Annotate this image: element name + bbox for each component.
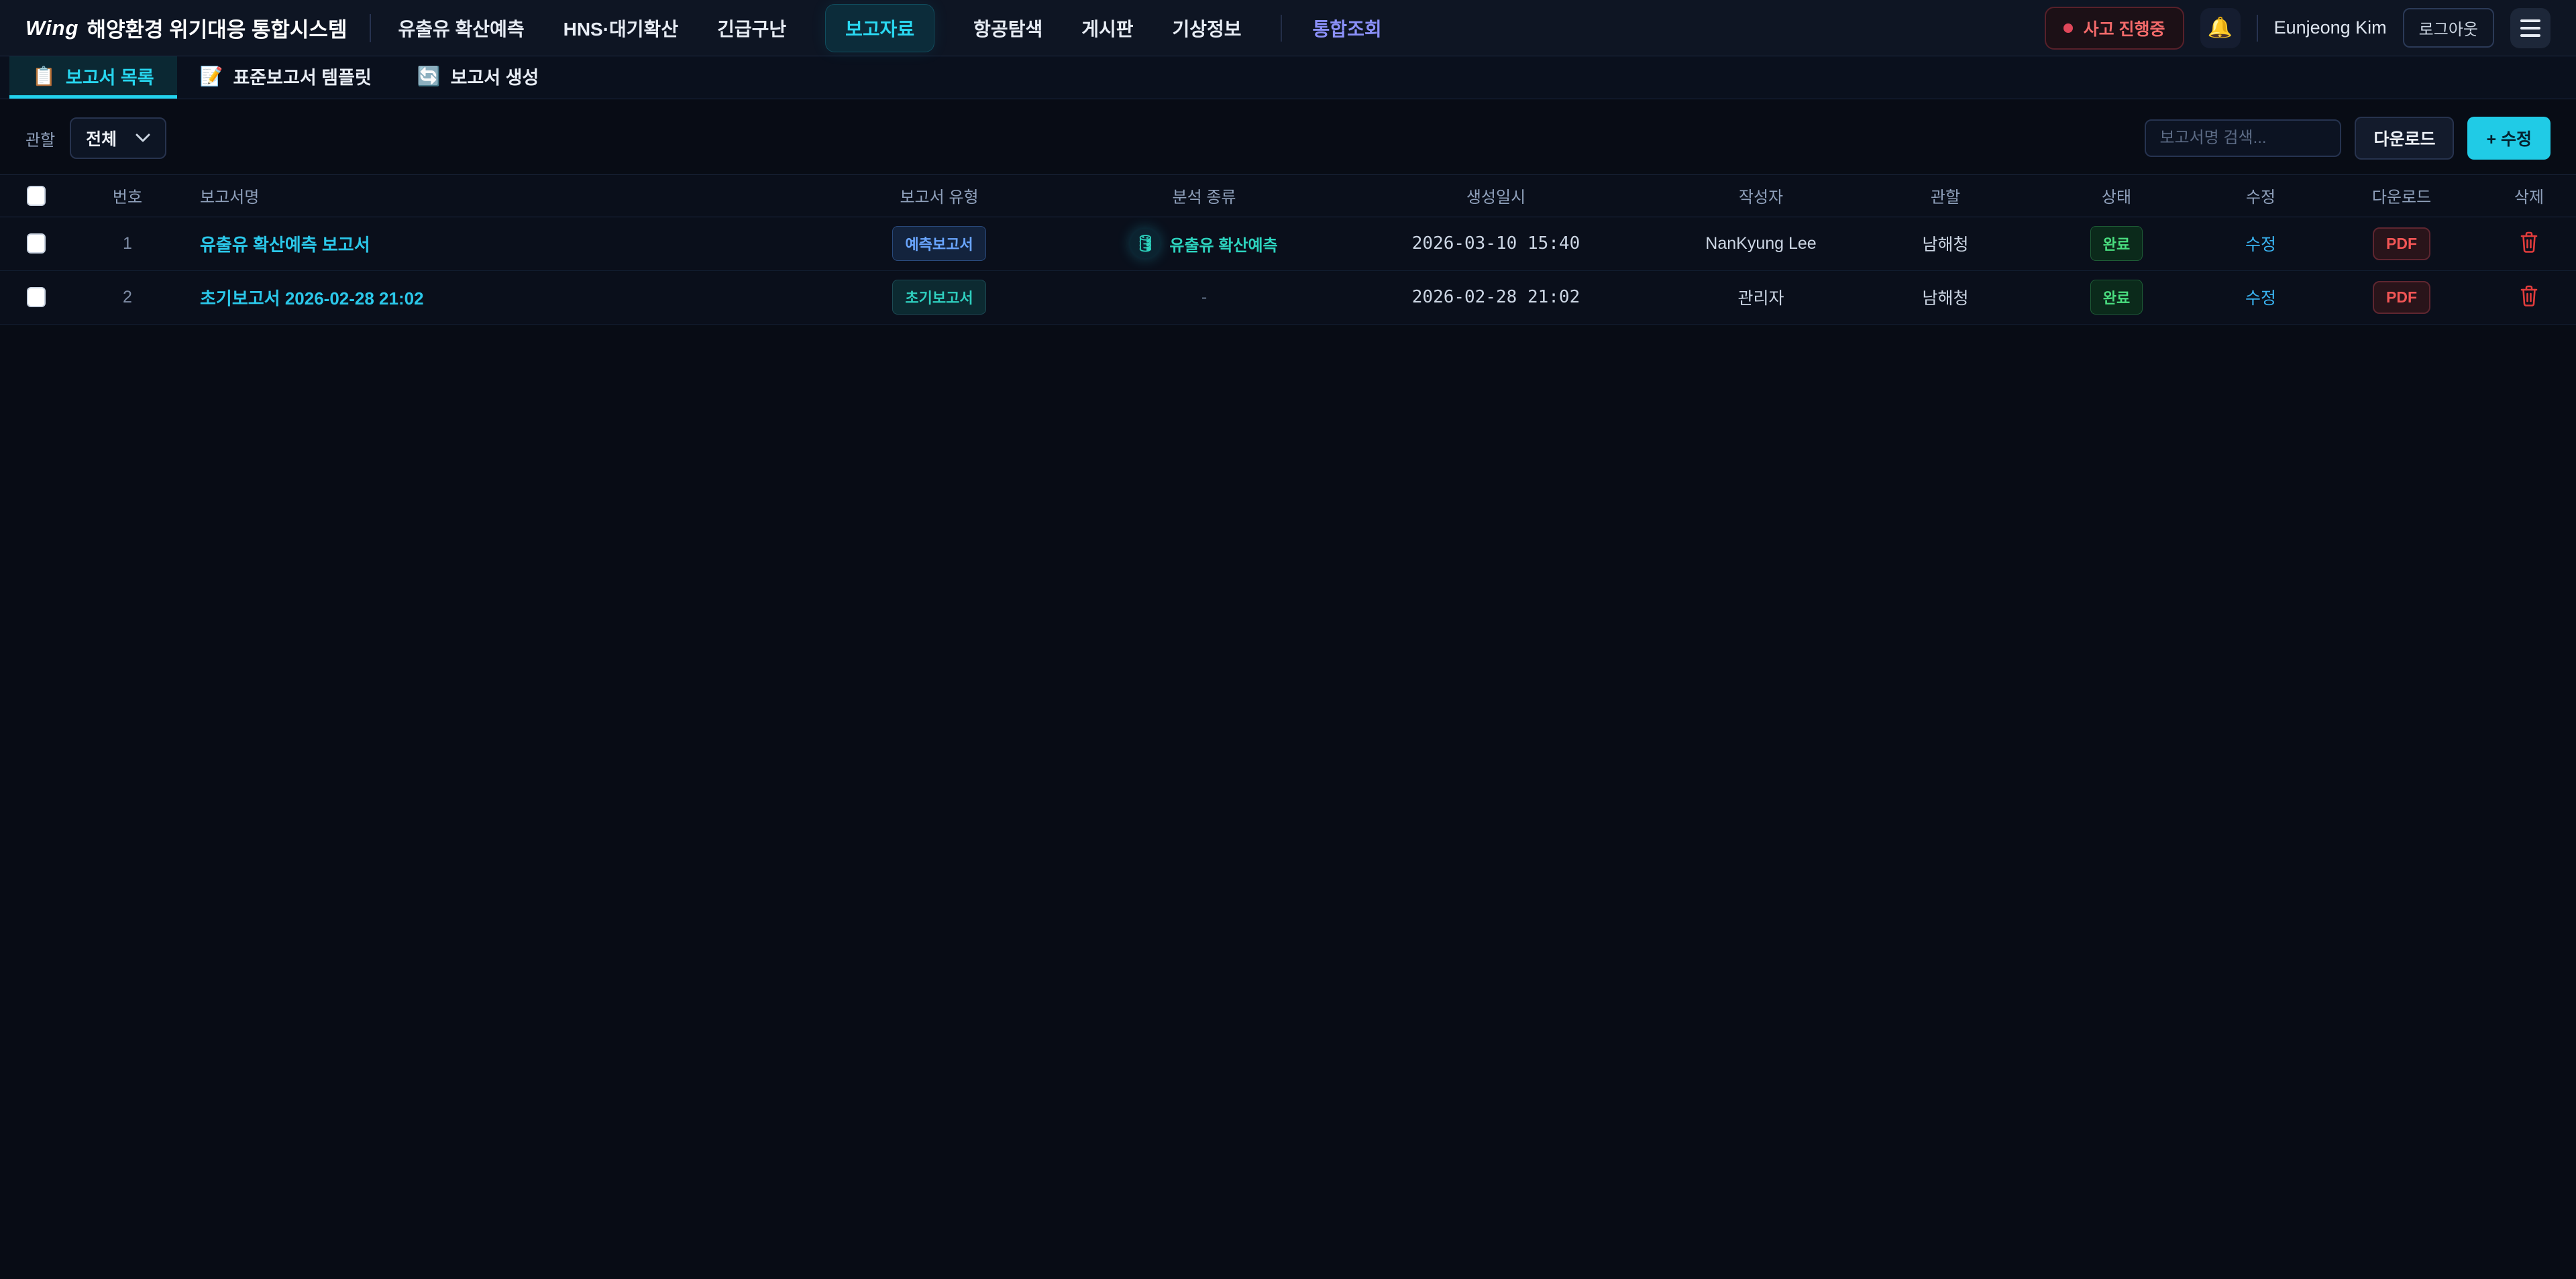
incident-dot-icon [2063, 23, 2073, 33]
app-logo[interactable]: Wing 해양환경 위기대응 통합시스템 [25, 13, 347, 43]
col-header-no: 번호 [67, 175, 188, 217]
hamburger-menu-button[interactable] [2510, 8, 2551, 48]
table-header-row: 번호 보고서명 보고서 유형 분석 종류 생성일시 작성자 관할 상태 수정 다… [0, 175, 2576, 217]
memo-icon: 📝 [200, 65, 223, 87]
main-nav: 유출유 확산예측 HNS·대기확산 긴급구난 보고자료 항공탐색 게시판 기상정… [398, 4, 1381, 52]
oil-drum-icon: 🛢 [1130, 229, 1160, 258]
tab-label: 보고서 생성 [451, 63, 539, 89]
analysis-type-label: 유출유 확산예측 [1169, 232, 1277, 256]
logo-wing-mark: Wing [25, 16, 78, 40]
report-table: 번호 보고서명 보고서 유형 분석 종류 생성일시 작성자 관할 상태 수정 다… [0, 175, 2576, 325]
jurisdiction-filter-label: 관할 [25, 127, 55, 150]
edit-link[interactable]: 수정 [2245, 289, 2276, 308]
list-toolbar: 관할 전체 다운로드 + 수정 [0, 99, 2576, 174]
navbar-right-group: 사고 진행중 🔔 Eunjeong Kim 로그아웃 [2045, 7, 2551, 50]
row-checkbox[interactable] [27, 287, 46, 307]
report-name-link[interactable]: 초기보고서 2026-02-28 21:02 [200, 288, 424, 309]
trash-icon [2520, 231, 2538, 254]
table-row: 1 유출유 확산예측 보고서 예측보고서 🛢 유출유 확산예측 2026-03-… [0, 217, 2576, 270]
nav-divider [370, 14, 371, 42]
report-name-link[interactable]: 유출유 확산예측 보고서 [200, 235, 370, 255]
status-badge: 완료 [2090, 280, 2143, 315]
status-badge: 완료 [2090, 226, 2143, 261]
nav-item-emergency-rescue[interactable]: 긴급구난 [717, 15, 786, 42]
chevron-down-icon [136, 133, 150, 143]
tab-report-generation[interactable]: 🔄 보고서 생성 [394, 56, 562, 99]
jurisdiction-select-value: 전체 [86, 126, 117, 150]
logout-button[interactable]: 로그아웃 [2403, 8, 2494, 48]
col-header-delete: 삭제 [2482, 175, 2576, 217]
notifications-button[interactable]: 🔔 [2200, 8, 2241, 48]
hamburger-bar [2520, 27, 2540, 30]
delete-button[interactable] [2520, 231, 2538, 254]
table-row: 2 초기보고서 2026-02-28 21:02 초기보고서 - 2026-02… [0, 270, 2576, 324]
nav-item-reports[interactable]: 보고자료 [825, 4, 934, 52]
row-number: 1 [67, 217, 188, 270]
report-tabbar: 📋 보고서 목록 📝 표준보고서 템플릿 🔄 보고서 생성 [0, 56, 2576, 99]
col-header-download: 다운로드 [2321, 175, 2482, 217]
col-header-status: 상태 [2033, 175, 2200, 217]
filter-group: 관할 전체 [25, 117, 166, 159]
col-header-region: 관할 [1858, 175, 2033, 217]
nav-item-aerial-search[interactable]: 항공탐색 [973, 15, 1042, 42]
analysis-type: 🛢 유출유 확산예측 [1130, 229, 1277, 258]
select-all-checkbox[interactable] [27, 186, 46, 206]
tab-report-list[interactable]: 📋 보고서 목록 [9, 56, 177, 99]
actions-group: 다운로드 + 수정 [2145, 117, 2551, 160]
col-header-analysis: 분석 종류 [1080, 175, 1328, 217]
bell-icon: 🔔 [2208, 16, 2233, 40]
delete-button[interactable] [2520, 284, 2538, 307]
col-header-author: 작성자 [1664, 175, 1858, 217]
refresh-icon: 🔄 [417, 65, 441, 87]
incident-status-badge: 사고 진행중 [2045, 7, 2184, 50]
nav-item-hns-air-diffusion[interactable]: HNS·대기확산 [564, 15, 678, 42]
report-type-badge: 예측보고서 [892, 226, 985, 261]
jurisdiction-name: 남해청 [1858, 217, 2033, 270]
top-navbar: Wing 해양환경 위기대응 통합시스템 유출유 확산예측 HNS·대기확산 긴… [0, 0, 2576, 56]
jurisdiction-name: 남해청 [1858, 270, 2033, 324]
pdf-download-button[interactable]: PDF [2373, 227, 2430, 260]
hamburger-bar [2520, 34, 2540, 37]
created-datetime: 2026-02-28 21:02 [1328, 270, 1664, 324]
row-checkbox[interactable] [27, 233, 46, 254]
nav-item-board[interactable]: 게시판 [1081, 15, 1133, 42]
col-header-created: 생성일시 [1328, 175, 1664, 217]
navbar-divider [2257, 15, 2258, 42]
report-table-section: 번호 보고서명 보고서 유형 분석 종류 생성일시 작성자 관할 상태 수정 다… [0, 174, 2576, 325]
download-button[interactable]: 다운로드 [2355, 117, 2454, 160]
tab-label: 표준보고서 템플릿 [233, 63, 371, 89]
author-name: 관리자 [1664, 270, 1858, 324]
tab-label: 보고서 목록 [66, 63, 154, 89]
author-name: NanKyung Lee [1664, 217, 1858, 270]
trash-icon [2520, 284, 2538, 307]
jurisdiction-select[interactable]: 전체 [70, 117, 166, 159]
search-input[interactable] [2145, 119, 2341, 157]
edit-link[interactable]: 수정 [2245, 235, 2276, 254]
analysis-type: - [1201, 288, 1207, 307]
incident-badge-label: 사고 진행중 [2084, 16, 2165, 40]
nav-item-weather-info[interactable]: 기상정보 [1173, 15, 1242, 42]
row-number: 2 [67, 270, 188, 324]
pdf-download-button[interactable]: PDF [2373, 281, 2430, 314]
nav-item-integrated-search[interactable]: 통합조회 [1281, 15, 1382, 42]
tab-standard-report-template[interactable]: 📝 표준보고서 템플릿 [177, 56, 394, 99]
edit-button[interactable]: + 수정 [2467, 117, 2551, 160]
created-datetime: 2026-03-10 15:40 [1328, 217, 1664, 270]
hamburger-bar [2520, 19, 2540, 22]
col-header-type: 보고서 유형 [798, 175, 1080, 217]
col-header-edit: 수정 [2200, 175, 2321, 217]
app-title: 해양환경 위기대응 통합시스템 [87, 13, 347, 43]
col-header-name: 보고서명 [188, 175, 798, 217]
nav-item-oil-spill-prediction[interactable]: 유출유 확산예측 [398, 15, 524, 42]
report-type-badge: 초기보고서 [892, 280, 985, 315]
user-name: Eunjeong Kim [2274, 17, 2387, 38]
clipboard-icon: 📋 [32, 65, 56, 87]
